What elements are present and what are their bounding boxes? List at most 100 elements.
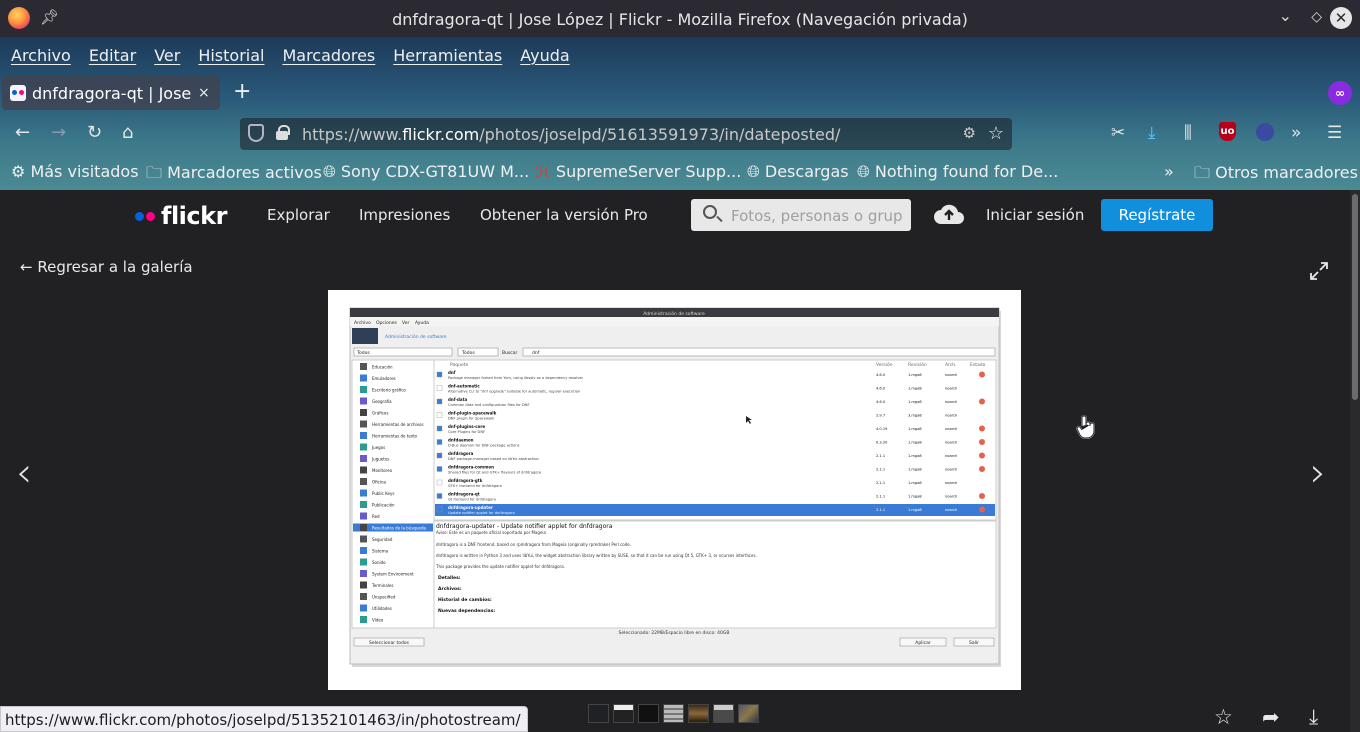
previous-photo-icon[interactable]: ‹	[16, 450, 32, 496]
menu-ver[interactable]: Ver	[154, 46, 180, 65]
category-icon	[360, 432, 367, 439]
lock-icon[interactable]	[276, 125, 290, 140]
upload-cloud-icon[interactable]	[933, 202, 965, 226]
package-version: 2.1.1	[876, 481, 885, 485]
menu-ayuda[interactable]: Ayuda	[520, 46, 569, 65]
back-icon[interactable]: ←	[15, 122, 30, 143]
flickr-search-input[interactable]: Fotos, personas o grupos	[691, 199, 911, 231]
package-name: dnf-plugin-spacewalk	[448, 411, 497, 416]
category-icon	[360, 397, 367, 405]
package-name: dnfdaemon	[448, 438, 474, 443]
maximize-icon[interactable]: ◇	[1311, 9, 1322, 25]
svg-text:Archivo: Archivo	[354, 320, 371, 326]
bookmark-descargas[interactable]: 🌐︎ Descargas	[747, 162, 849, 182]
screenshot-icon[interactable]: ✂	[1111, 123, 1125, 143]
back-to-gallery-link[interactable]: ← Regresar a la galería	[20, 258, 193, 276]
signup-button[interactable]: Regístrate	[1101, 199, 1213, 231]
overflow-menu-icon[interactable]: »	[1291, 123, 1301, 143]
menu-herramientas[interactable]: Herramientas	[393, 46, 502, 65]
package-revision: 3.mga8	[908, 414, 922, 418]
menu-historial[interactable]: Historial	[198, 46, 264, 65]
download-icon[interactable]: ⤓	[1309, 705, 1318, 730]
arrow-left-icon: ←	[20, 258, 38, 276]
category-label: Oficina	[372, 480, 387, 485]
svg-text:Salir: Salir	[969, 640, 979, 646]
hamburger-menu-icon[interactable]: ☰	[1327, 123, 1342, 143]
login-link[interactable]: Iniciar sesión	[986, 206, 1084, 224]
bookmark-otros-marcadores[interactable]: 🗀︎ Otros marcadores	[1194, 162, 1358, 189]
filmstrip-thumb[interactable]	[613, 704, 634, 723]
package-revision: 1.mga8	[908, 508, 922, 512]
svg-text:Ver: Ver	[402, 320, 409, 326]
svg-text:Paquete: Paquete	[450, 362, 469, 368]
package-version: 2.1.1	[876, 454, 885, 458]
next-photo-icon[interactable]: ›	[1310, 450, 1326, 496]
nav-explorar[interactable]: Explorar	[267, 206, 330, 224]
menu-editar[interactable]: Editar	[89, 46, 136, 65]
library-icon[interactable]: ⫼	[1184, 123, 1192, 143]
translate-icon[interactable]: ⚙	[963, 124, 976, 142]
page-scrollbar[interactable]	[1350, 190, 1360, 732]
package-status-icon	[979, 425, 985, 432]
category-icon	[360, 547, 367, 554]
package-arch: noarch	[945, 400, 957, 404]
extension-icon[interactable]	[1256, 123, 1274, 141]
nav-pro[interactable]: Obtener la versión Pro	[480, 206, 648, 224]
package-arch: noarch	[945, 454, 957, 458]
filmstrip-thumb[interactable]	[663, 704, 684, 723]
category-icon	[360, 420, 367, 428]
package-status-icon	[979, 506, 985, 513]
bookmark-mas-visitados[interactable]: ⚙ Más visitados	[11, 162, 139, 181]
flickr-logo[interactable]: flickr	[135, 202, 227, 230]
bookmark-nothing-found[interactable]: 🌐︎ Nothing found for De...	[857, 162, 1058, 182]
package-checkbox	[436, 385, 443, 391]
search-icon	[703, 205, 717, 219]
gear-icon: ⚙	[11, 162, 31, 181]
bookmarks-overflow-icon[interactable]: »	[1164, 162, 1174, 181]
bookmark-marcadores-activos[interactable]: 🗀︎ Marcadores activos	[146, 162, 322, 189]
menu-marcadores[interactable]: Marcadores	[282, 46, 375, 65]
tracking-shield-icon[interactable]	[248, 124, 264, 142]
package-version: 4.6.0	[876, 400, 886, 404]
home-icon[interactable]: ⌂	[122, 122, 133, 143]
favorite-star-icon[interactable]: ☆	[1214, 705, 1233, 729]
tab-close-icon[interactable]: ×	[198, 85, 210, 101]
package-checkbox	[436, 425, 443, 432]
package-name: dnfdragora-gtk	[448, 478, 483, 483]
filmstrip-thumb[interactable]	[713, 704, 734, 723]
svg-text:Seleccionado: 22MB/Espacio lib: Seleccionado: 22MB/Espacio libre en disc…	[619, 630, 730, 636]
minimize-icon[interactable]: ⌄	[1279, 6, 1292, 25]
svg-text:Estado: Estado	[970, 362, 986, 368]
url-text[interactable]: https://www.flickr.com/photos/joselpd/51…	[302, 125, 840, 144]
svg-text:Todos: Todos	[461, 350, 475, 356]
package-description: Update notifier applet for dnfdragora	[448, 511, 515, 515]
ublock-origin-icon[interactable]: uo	[1219, 122, 1236, 141]
menubar: Archivo Editar Ver Historial Marcadores …	[0, 37, 588, 73]
status-bar-url: https://www.flickr.com/photos/joselpd/51…	[0, 706, 528, 732]
filmstrip	[588, 704, 763, 723]
filmstrip-thumb[interactable]	[738, 704, 759, 723]
url-bar[interactable]: https://www.flickr.com/photos/joselpd/51…	[240, 118, 1012, 150]
share-icon[interactable]: ➦	[1262, 705, 1280, 729]
bookmark-sony[interactable]: 🌐︎ Sony CDX-GT81UW M...	[323, 162, 529, 182]
filmstrip-thumb[interactable]	[688, 704, 709, 723]
close-window-button[interactable]: ✕	[1330, 7, 1352, 29]
downloads-icon[interactable]: ⤓	[1148, 123, 1156, 143]
forward-icon[interactable]: →	[51, 122, 66, 143]
category-label: Juguetes	[371, 457, 389, 462]
reload-icon[interactable]: ↻	[87, 122, 102, 143]
new-tab-button[interactable]: +	[233, 79, 251, 104]
category-label: Emuladores	[372, 376, 396, 381]
nav-impresiones[interactable]: Impresiones	[359, 206, 450, 224]
svg-text:dnfdragora-updater - Update no: dnfdragora-updater - Update notifier app…	[436, 523, 613, 530]
category-icon	[360, 374, 367, 382]
filmstrip-thumb[interactable]	[588, 704, 609, 723]
filmstrip-thumb[interactable]	[638, 704, 659, 723]
svg-text:Opciones: Opciones	[376, 320, 397, 326]
tab-flickr[interactable]: dnfdragora-qt | Jose L ×	[2, 76, 220, 110]
bookmark-star-icon[interactable]: ☆	[988, 123, 1004, 144]
fullscreen-icon[interactable]	[1309, 261, 1329, 281]
bookmark-supremeserver[interactable]: ℋ SupremeServer Supp...	[535, 162, 741, 181]
category-label: Sonido	[372, 560, 386, 565]
menu-archivo[interactable]: Archivo	[11, 46, 71, 65]
